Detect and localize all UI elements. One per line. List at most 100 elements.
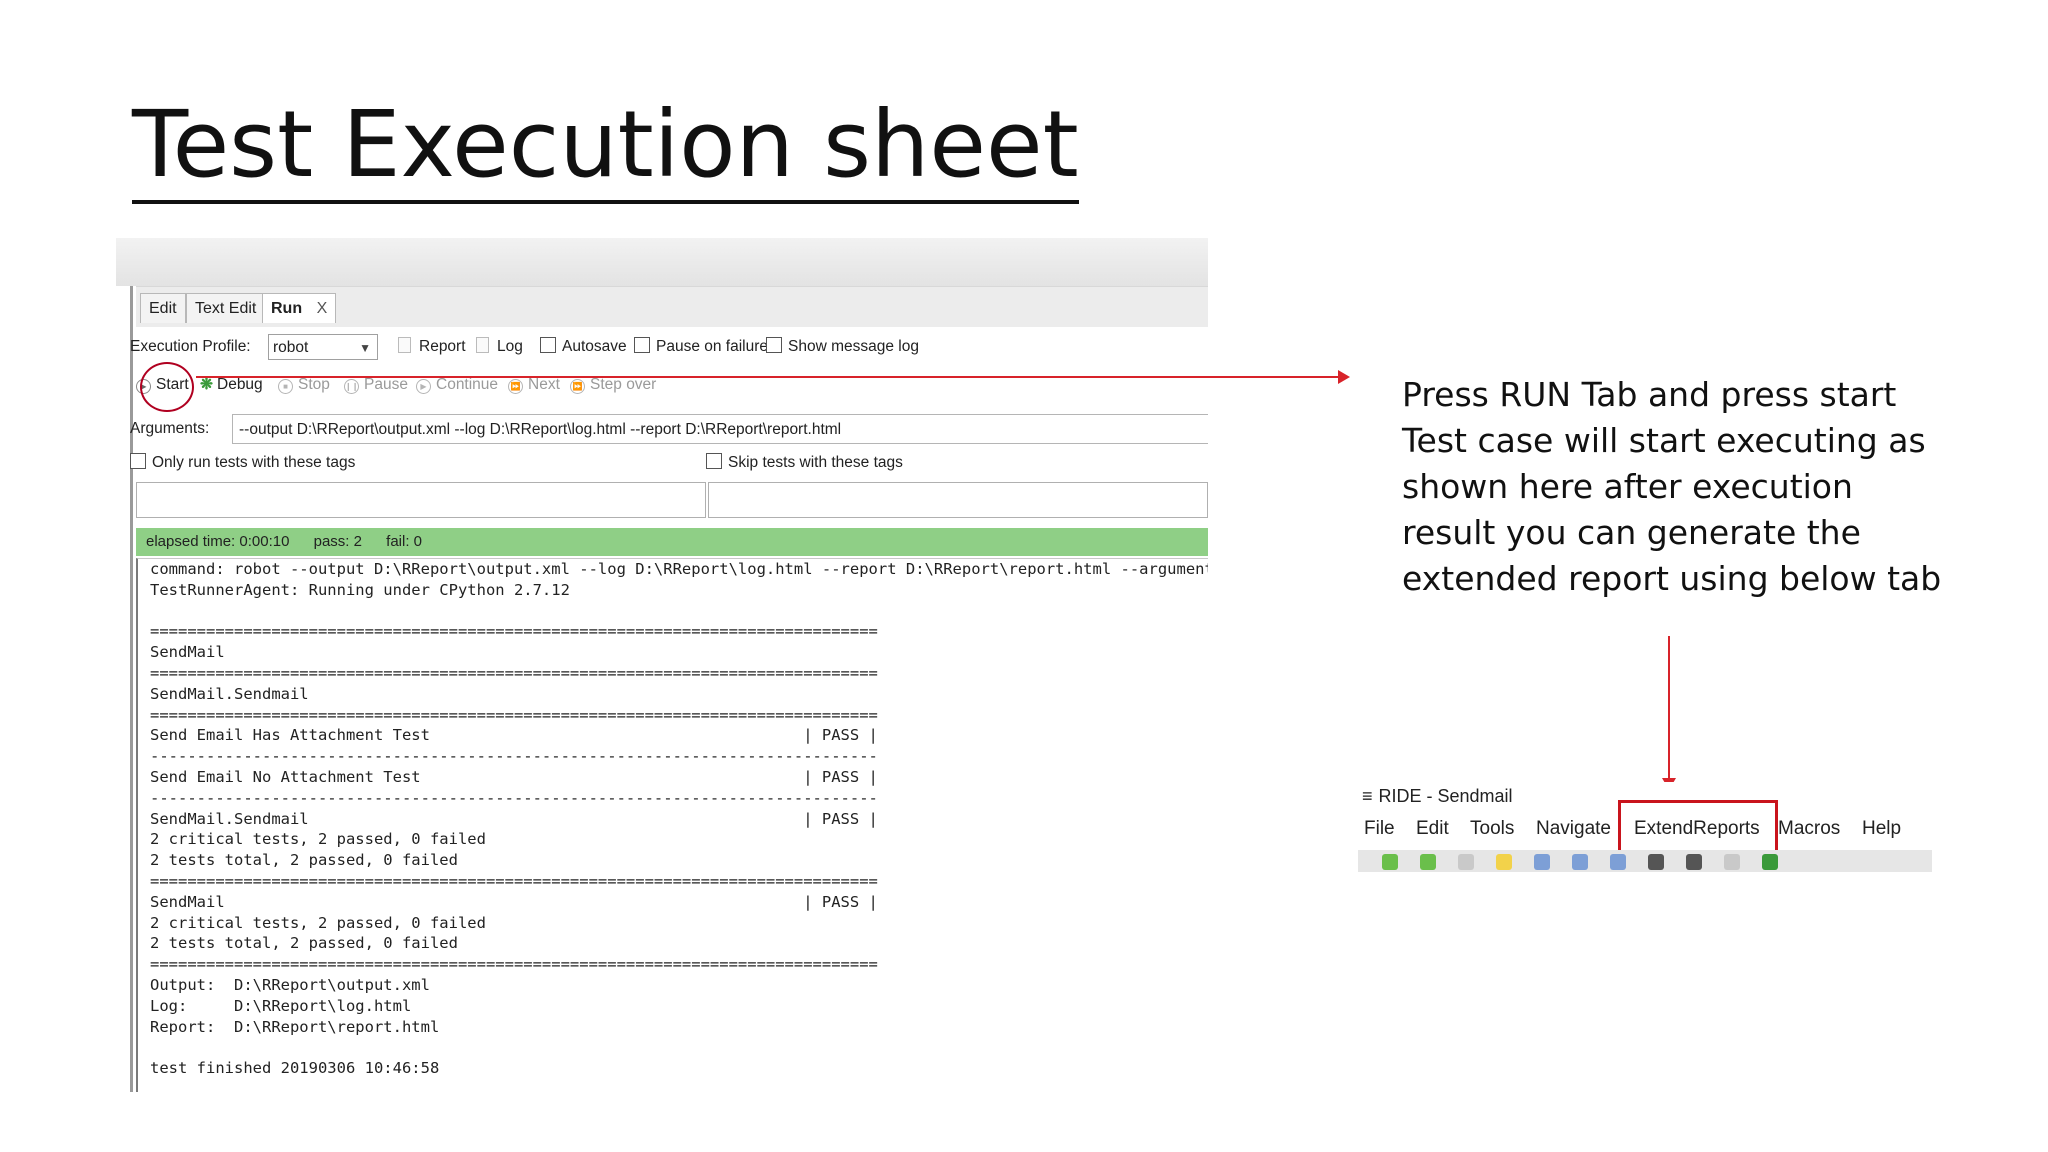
step-over-button[interactable]: ⏩ Step over [570, 370, 656, 400]
next-button[interactable]: ⏩ Next [508, 370, 560, 400]
next-label: Next [528, 376, 560, 393]
ride-run-screenshot: Edit Text Edit Run X Execution Profile: … [116, 238, 1208, 1092]
pause-label: Pause [364, 376, 408, 393]
panel-left-border [130, 286, 133, 1092]
instruction-line: shown here after execution [1402, 467, 1853, 506]
debug-button[interactable]: ❋ Debug [200, 370, 263, 400]
menu-navigate[interactable]: Navigate [1536, 818, 1611, 840]
checkbox-box[interactable] [766, 337, 782, 353]
search-icon[interactable] [1610, 854, 1626, 870]
log-label: Log [497, 338, 523, 355]
checkbox-box[interactable] [634, 337, 650, 353]
continue-icon: ▶ [416, 379, 431, 394]
folder-icon[interactable] [1496, 854, 1512, 870]
arguments-input[interactable]: --output D:\RReport\output.xml --log D:\… [232, 414, 1208, 444]
tab-text-edit[interactable]: Text Edit [186, 293, 266, 323]
stop-label: Stop [298, 376, 330, 393]
ride-window-title: ≡ RIDE - Sendmail [1362, 786, 1513, 807]
ride-logo-icon: ≡ [1362, 786, 1373, 806]
status-bar: elapsed time: 0:00:10 pass: 2 fail: 0 [136, 528, 1208, 556]
report-button[interactable]: Report [398, 332, 466, 362]
elapsed-time: elapsed time: 0:00:10 [146, 533, 290, 550]
instruction-line: extended report using below tab [1402, 559, 1942, 598]
annotation-arrow-vertical [1668, 636, 1670, 780]
show-message-log-label: Show message log [788, 338, 919, 355]
tab-edit[interactable]: Edit [140, 293, 186, 323]
instruction-line: Press RUN Tab and press start [1402, 375, 1897, 414]
autosave-label: Autosave [562, 338, 627, 355]
menu-file[interactable]: File [1364, 818, 1395, 840]
show-message-log-checkbox[interactable]: Show message log [766, 332, 919, 362]
pause-icon: ❙❙ [344, 379, 359, 394]
instruction-line: Test case will start executing as [1402, 421, 1926, 460]
menu-help[interactable]: Help [1862, 818, 1901, 840]
editor-tabbar: Edit Text Edit Run X [136, 286, 1208, 327]
checkbox-box[interactable] [130, 453, 146, 469]
ride-window-title-text: RIDE - Sendmail [1378, 786, 1513, 806]
checkbox-box[interactable] [540, 337, 556, 353]
ride-menu-screenshot: ≡ RIDE - Sendmail File Edit Tools Navigat… [1358, 782, 1932, 872]
slide-title: Test Execution sheet [132, 90, 1079, 204]
text-icon[interactable] [1686, 854, 1702, 870]
run-icon[interactable] [1724, 854, 1740, 870]
continue-button[interactable]: ▶ Continue [416, 370, 498, 400]
only-run-tags-label: Only run tests with these tags [152, 454, 356, 471]
save-all-icon[interactable] [1572, 854, 1588, 870]
pass-count: pass: 2 [313, 533, 362, 550]
tags-row: Only run tests with these tags Skip test… [130, 448, 1208, 478]
fail-count: fail: 0 [386, 533, 423, 550]
close-icon[interactable]: X [317, 300, 328, 317]
forward-arrow-icon[interactable] [1420, 854, 1436, 870]
tab-edit-label: Edit [149, 300, 177, 317]
only-run-tags-input[interactable] [136, 482, 706, 518]
instructions-text: Press RUN Tab and press start Test case … [1402, 372, 1962, 602]
pause-on-failure-label: Pause on failure [656, 338, 769, 355]
start-highlight-circle [140, 362, 194, 412]
menu-macros[interactable]: Macros [1778, 818, 1840, 840]
bug-icon[interactable] [1762, 854, 1778, 870]
skip-tags-label: Skip tests with these tags [728, 454, 903, 471]
window-top-strip [116, 238, 1208, 286]
tab-run-label: Run [271, 300, 303, 317]
step-over-icon: ⏩ [570, 379, 585, 394]
back-arrow-icon[interactable] [1382, 854, 1398, 870]
copy-icon[interactable] [1458, 854, 1474, 870]
keyword-icon[interactable] [1648, 854, 1664, 870]
checkbox-box[interactable] [706, 453, 722, 469]
console-output: command: robot --output D:\RReport\outpu… [136, 558, 1208, 1092]
bug-icon: ❋ [200, 376, 213, 393]
execution-profile-label: Execution Profile: [130, 338, 251, 355]
skip-tags-input[interactable] [708, 482, 1208, 518]
execution-profile-value: robot [273, 339, 309, 356]
arguments-row: Arguments: --output D:\RReport\output.xm… [130, 414, 1208, 444]
annotation-arrow-horizontal [196, 376, 1342, 378]
step-over-label: Step over [590, 376, 657, 393]
only-run-tags-checkbox[interactable]: Only run tests with these tags [130, 448, 355, 478]
log-button[interactable]: Log [476, 332, 523, 362]
debug-label: Debug [217, 376, 263, 393]
continue-label: Continue [436, 376, 499, 393]
chevron-down-icon: ▼ [359, 341, 371, 355]
stop-button[interactable]: ■ Stop [278, 370, 330, 400]
tab-text-edit-label: Text Edit [195, 300, 257, 317]
next-icon: ⏩ [508, 379, 523, 394]
stop-icon: ■ [278, 379, 293, 394]
execution-profile-row: Execution Profile: robot ▼ Report Log Au… [130, 332, 1208, 362]
run-toolbar: ▶ Start ❋ Debug ■ Stop ❙❙ Pause ▶ Continue ⏩ N… [136, 370, 1208, 400]
console-text: command: robot --output D:\RReport\outpu… [150, 560, 1208, 1078]
pause-on-failure-checkbox[interactable]: Pause on failure [634, 332, 768, 362]
arguments-label: Arguments: [130, 420, 210, 437]
document-icon [476, 337, 489, 353]
arrow-right-icon [1338, 370, 1350, 384]
menu-edit[interactable]: Edit [1416, 818, 1449, 840]
ride-toolbar [1358, 850, 1932, 872]
skip-tags-checkbox[interactable]: Skip tests with these tags [706, 448, 903, 478]
document-icon [398, 337, 411, 353]
tab-run[interactable]: Run X [262, 293, 337, 323]
autosave-checkbox[interactable]: Autosave [540, 332, 627, 362]
execution-profile-select[interactable]: robot ▼ [268, 334, 378, 360]
menu-tools[interactable]: Tools [1470, 818, 1514, 840]
report-label: Report [419, 338, 466, 355]
pause-button[interactable]: ❙❙ Pause [344, 370, 408, 400]
save-icon[interactable] [1534, 854, 1550, 870]
